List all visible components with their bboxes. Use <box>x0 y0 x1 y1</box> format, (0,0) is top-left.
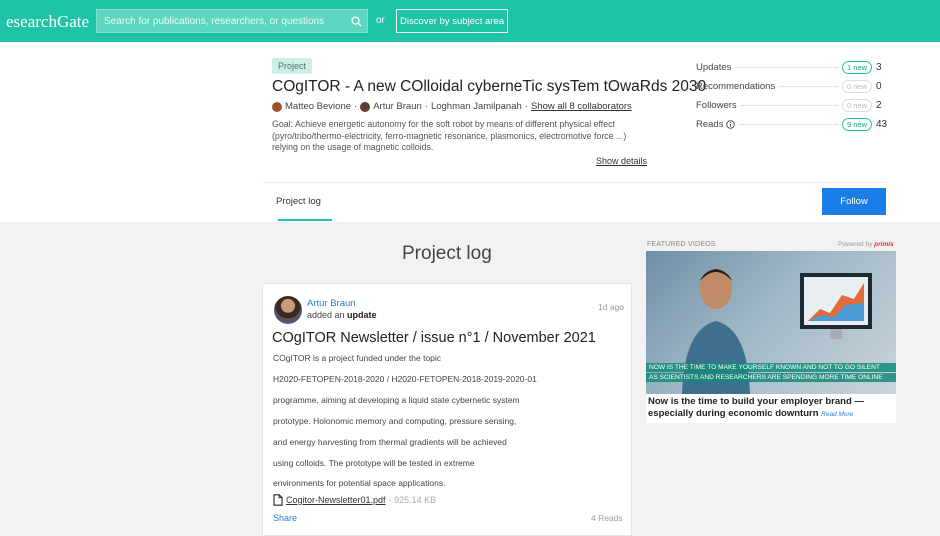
attachment-row: Cogitor-Newsletter01.pdf · 925.14 KB <box>273 494 436 506</box>
project-title: COgITOR - A new COlloidal cyberneTic sys… <box>272 78 707 95</box>
stat-leader <box>779 86 838 87</box>
avatar[interactable] <box>274 296 302 324</box>
update-body-line: using colloids. The prototype will be te… <box>273 458 475 468</box>
read-more-link[interactable]: Read More <box>821 411 853 418</box>
stat-recommendations[interactable]: Recommendations 0 new 0 <box>696 79 886 94</box>
powered-by-label: Powered by primis <box>838 241 894 248</box>
stat-count: 3 <box>876 62 882 73</box>
stat-followers[interactable]: Followers 0 new 2 <box>696 98 886 113</box>
update-author-link[interactable]: Artur Braun <box>307 298 356 309</box>
stat-label: Reads <box>696 119 724 130</box>
update-body-line: programme, aiming at developing a liquid… <box>273 395 520 405</box>
stat-updates[interactable]: Updates 1 new 3 <box>696 60 886 75</box>
stat-count: 2 <box>876 100 882 111</box>
action-prefix: added an <box>307 310 348 320</box>
tab-project-log[interactable]: Project log <box>276 196 321 207</box>
update-body-line: H2020-FETOPEN-2018-2020 / H2020-FETOPEN-… <box>273 374 537 384</box>
stat-reads[interactable]: Reads 9 new 43 <box>696 117 888 132</box>
powered-prefix: Powered by <box>838 241 873 248</box>
researchgate-logo[interactable]: esearchGate <box>6 12 89 32</box>
stat-label: Recommendations <box>696 81 776 92</box>
update-date: 1d ago <box>598 302 624 312</box>
video-banner-line: AS SCIENTISTS AND RESEARCHERS ARE SPENDI… <box>646 373 896 382</box>
tab-divider <box>262 182 886 183</box>
search-icon[interactable] <box>345 10 367 32</box>
top-navigation-bar: esearchGate or Discover by subject area <box>0 0 940 42</box>
discover-subject-button[interactable]: Discover by subject area <box>396 9 508 33</box>
or-separator: or <box>376 15 385 26</box>
stat-leader <box>740 105 838 106</box>
active-tab-indicator <box>278 219 332 221</box>
info-icon[interactable] <box>726 120 736 129</box>
author-avatar <box>360 101 371 112</box>
project-log-heading: Project log <box>402 243 492 264</box>
monitor-graphic <box>800 273 872 339</box>
file-icon <box>273 494 283 506</box>
update-title[interactable]: COgITOR Newsletter / issue n°1 / Novembe… <box>272 330 596 346</box>
update-body-line: and energy harvesting from thermal gradi… <box>273 437 507 447</box>
project-type-badge: Project <box>272 58 313 74</box>
new-badge: 9 new <box>841 118 872 131</box>
author-separator: · <box>354 101 358 112</box>
show-all-collaborators-link[interactable]: Show all 8 collaborators <box>531 101 632 112</box>
project-authors: Matteo Bevione · Artur Braun · Loghman J… <box>272 101 632 112</box>
stat-count: 0 <box>876 81 882 92</box>
stat-label: Updates <box>696 62 732 73</box>
update-action: added an update <box>307 310 377 320</box>
author-separator: · <box>424 101 428 112</box>
follow-button[interactable]: Follow <box>822 188 886 215</box>
update-body-line: prototype. Holonomic memory and computin… <box>273 416 517 426</box>
video-banner-line: NOW IS THE TIME TO MAKE YOURSELF KNOWN A… <box>646 363 896 372</box>
stat-label-wrap: Reads <box>696 119 736 130</box>
reads-count: 4 Reads <box>591 513 623 523</box>
primis-logo[interactable]: primis <box>874 241 894 248</box>
project-goal: Goal: Achieve energetic autonomy for the… <box>272 119 627 152</box>
new-badge: 0 new <box>841 99 872 112</box>
new-badge: 1 new <box>841 61 872 74</box>
update-body-line: COgITOR is a project funded under the to… <box>273 353 442 363</box>
stat-count: 43 <box>876 119 888 130</box>
search-box[interactable] <box>96 9 368 33</box>
stat-label: Followers <box>696 100 737 111</box>
action-strong: update <box>347 310 377 320</box>
search-input[interactable] <box>97 10 345 32</box>
stat-leader <box>739 124 838 125</box>
author-separator: · <box>524 101 528 112</box>
video-caption[interactable]: Now is the time to build your employer b… <box>648 396 892 420</box>
project-stats: Updates 1 new 3 Recommendations 0 new 0 … <box>696 60 888 136</box>
share-link[interactable]: Share <box>273 513 297 523</box>
author-link[interactable]: Loghman Jamilpanah <box>431 101 522 112</box>
featured-videos-label: FEATURED VIDEOS <box>647 241 716 248</box>
stat-leader <box>735 67 838 68</box>
author-link[interactable]: Artur Braun <box>373 101 422 112</box>
author-link[interactable]: Matteo Bevione <box>285 101 351 112</box>
attachment-size: · 925.14 KB <box>388 495 437 505</box>
update-body-line: environments for potential space applica… <box>273 478 446 488</box>
author-avatar <box>272 101 282 112</box>
show-details-link[interactable]: Show details <box>596 156 647 166</box>
attachment-link[interactable]: Cogitor-Newsletter01.pdf <box>286 495 386 505</box>
new-badge: 0 new <box>841 80 872 93</box>
